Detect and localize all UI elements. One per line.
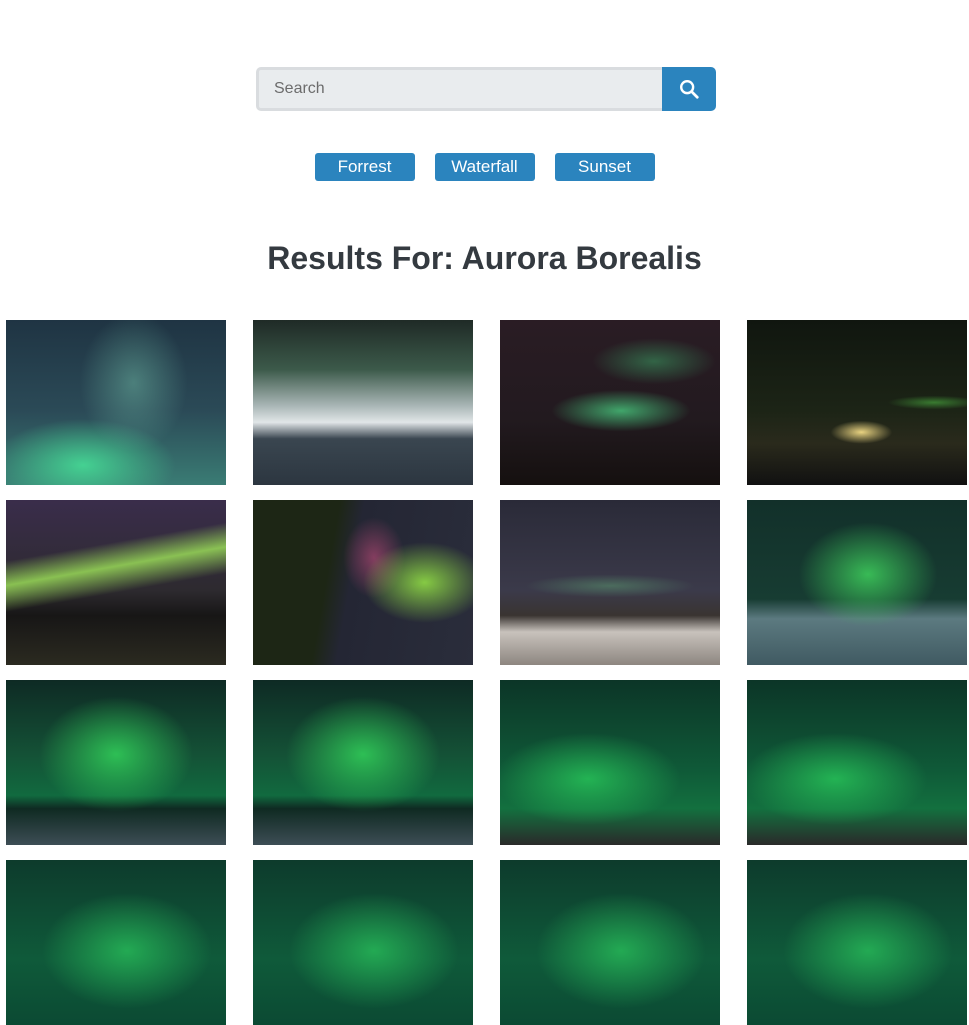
tag-sunset-button[interactable]: Sunset <box>554 153 655 181</box>
aurora-photo-8[interactable] <box>747 500 967 665</box>
aurora-photo-13[interactable] <box>6 860 226 1025</box>
aurora-photo-2[interactable] <box>253 320 473 485</box>
results-title: Results For: Aurora Borealis <box>267 240 702 276</box>
tag-forrest-button[interactable]: Forrest <box>314 153 415 181</box>
aurora-photo-4[interactable] <box>747 320 967 485</box>
search-input[interactable] <box>256 67 663 111</box>
search-bar <box>256 67 716 111</box>
aurora-photo-5[interactable] <box>6 500 226 665</box>
search-icon <box>680 80 699 99</box>
search-button[interactable] <box>662 67 716 111</box>
aurora-photo-10[interactable] <box>253 680 473 845</box>
tag-list: Forrest Waterfall Sunset <box>0 153 969 181</box>
image-grid <box>6 320 967 1025</box>
tag-waterfall-button[interactable]: Waterfall <box>434 153 535 181</box>
aurora-photo-9[interactable] <box>6 680 226 845</box>
aurora-photo-6[interactable] <box>253 500 473 665</box>
aurora-photo-14[interactable] <box>253 860 473 1025</box>
aurora-photo-12[interactable] <box>747 680 967 845</box>
aurora-photo-15[interactable] <box>500 860 720 1025</box>
aurora-photo-16[interactable] <box>747 860 967 1025</box>
aurora-photo-11[interactable] <box>500 680 720 845</box>
aurora-photo-3[interactable] <box>500 320 720 485</box>
aurora-photo-7[interactable] <box>500 500 720 665</box>
aurora-photo-1[interactable] <box>6 320 226 485</box>
